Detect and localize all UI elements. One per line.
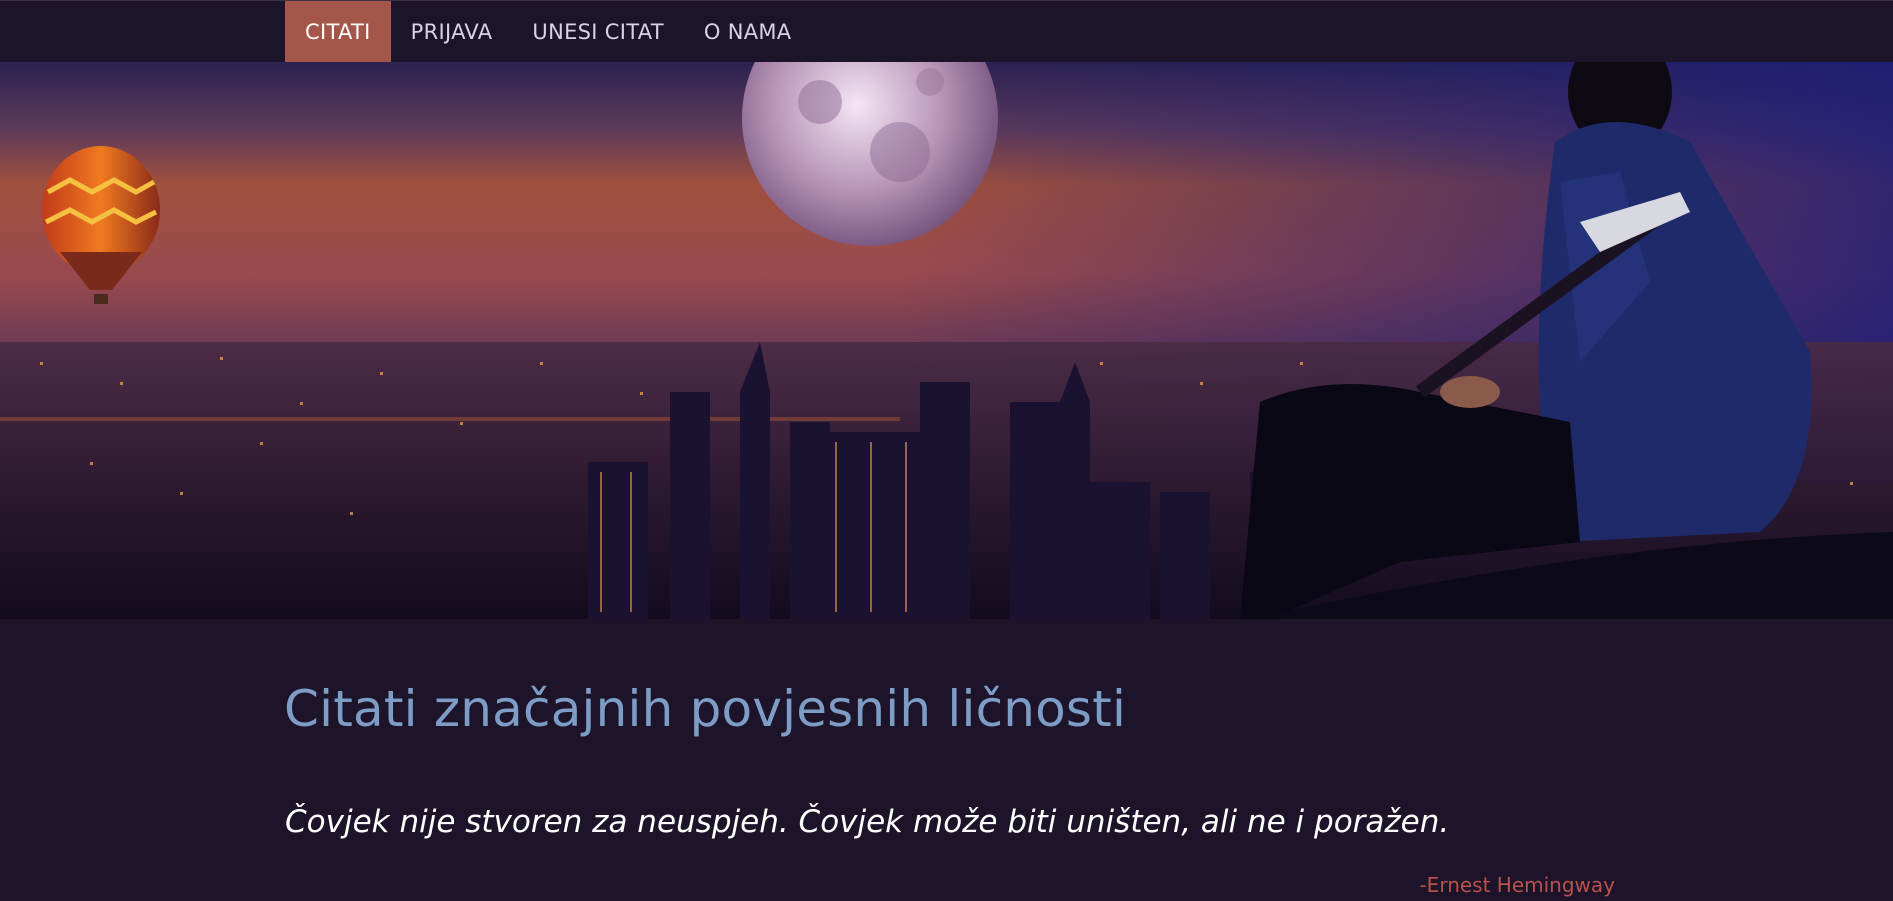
page-title: Citati značajnih povjesnih ličnosti [284,680,1127,738]
nav-item-o-nama[interactable]: O NAMA [684,1,812,63]
quote-text: Čovjek nije stvoren za neuspjeh. Čovjek … [285,804,1450,840]
hero-illustration [0,62,1893,619]
nav-item-prijava[interactable]: PRIJAVA [391,1,513,63]
quote-author: -Ernest Hemingway [1419,873,1615,897]
hot-air-balloon [42,146,160,304]
top-navigation: CITATI PRIJAVA UNESI CITAT O NAMA [0,0,1893,63]
nav-item-unesi-citat[interactable]: UNESI CITAT [512,1,683,63]
nav-menu: CITATI PRIJAVA UNESI CITAT O NAMA [285,1,811,63]
nav-item-citati[interactable]: CITATI [285,1,391,63]
hero-banner-image [0,62,1893,619]
